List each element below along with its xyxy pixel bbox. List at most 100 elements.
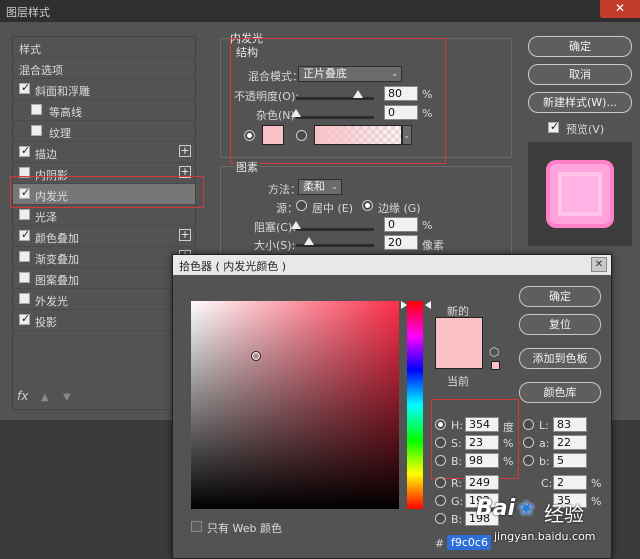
- h-label: H:: [451, 419, 463, 432]
- color-marker[interactable]: [251, 351, 261, 361]
- style-list-item[interactable]: 外发光: [13, 289, 195, 310]
- close-button[interactable]: ✕: [600, 0, 640, 18]
- add-effect-icon[interactable]: +: [179, 229, 191, 241]
- style-checkbox[interactable]: [19, 144, 30, 157]
- picker-close-button[interactable]: ✕: [591, 257, 607, 272]
- a-radio[interactable]: [523, 437, 534, 448]
- style-list-item[interactable]: 图案叠加: [13, 268, 195, 289]
- c-label: C:: [541, 477, 553, 490]
- ok-button[interactable]: 确定: [528, 36, 632, 57]
- opacity-slider-knob[interactable]: [353, 90, 364, 98]
- only-web-colors-checkbox[interactable]: [191, 521, 202, 532]
- style-list-item[interactable]: 颜色叠加 +: [13, 226, 195, 247]
- source-center-radio[interactable]: [296, 200, 307, 211]
- hue-slider[interactable]: [407, 301, 423, 509]
- b-input[interactable]: 98: [465, 453, 499, 468]
- opacity-input[interactable]: 80: [384, 86, 418, 101]
- style-checkbox[interactable]: [31, 104, 42, 115]
- blue-radio[interactable]: [435, 513, 446, 524]
- noise-input[interactable]: 0: [384, 105, 418, 120]
- blend-mode-select[interactable]: 正片叠底 ⌄: [298, 66, 402, 82]
- style-checkbox[interactable]: [19, 167, 30, 178]
- a-input[interactable]: 22: [553, 435, 587, 450]
- h-input[interactable]: 354: [465, 417, 499, 432]
- lab-b-radio[interactable]: [523, 455, 534, 466]
- s-input[interactable]: 23: [465, 435, 499, 450]
- style-list-item[interactable]: 样式: [13, 37, 195, 58]
- cancel-button[interactable]: 取消: [528, 64, 632, 85]
- current-color-swatch[interactable]: [435, 343, 483, 369]
- preview-thumbnail: [546, 160, 614, 228]
- hue-pointer-left[interactable]: [401, 301, 407, 309]
- style-checkbox[interactable]: [19, 81, 30, 94]
- style-list-item[interactable]: 纹理: [13, 121, 195, 142]
- style-checkbox[interactable]: [19, 272, 30, 283]
- style-list-label: 内阴影: [35, 169, 68, 182]
- color-libraries-button[interactable]: 颜色库: [519, 382, 601, 403]
- hue-pointer-right[interactable]: [425, 301, 431, 309]
- structure-title: 结构: [234, 44, 260, 60]
- style-list-item[interactable]: 投影+: [13, 310, 195, 331]
- cube-icon[interactable]: ⬡: [489, 345, 499, 359]
- move-down-icon[interactable]: ▼: [63, 392, 71, 403]
- style-list-item[interactable]: 描边 +: [13, 142, 195, 163]
- glow-color-swatch[interactable]: [262, 125, 284, 145]
- style-list-item[interactable]: 内阴影 +: [13, 163, 195, 184]
- gradient-swatch[interactable]: [314, 125, 402, 145]
- hue-radio[interactable]: [435, 419, 446, 430]
- fx-menu-button[interactable]: fx: [17, 389, 28, 403]
- noise-slider-knob[interactable]: [291, 109, 301, 117]
- style-checkbox[interactable]: [31, 125, 42, 136]
- solid-color-radio[interactable]: [244, 130, 255, 141]
- web-safe-swatch[interactable]: [491, 361, 500, 370]
- style-checkbox[interactable]: [19, 228, 30, 241]
- style-list-label: 颜色叠加: [35, 232, 79, 245]
- picker-title: 拾色器 ( 内发光颜色 ): [179, 260, 287, 273]
- style-list-item[interactable]: 光泽: [13, 205, 195, 226]
- style-list-item[interactable]: 渐变叠加+: [13, 247, 195, 268]
- style-list-item[interactable]: 内发光: [13, 184, 195, 205]
- l-radio[interactable]: [523, 419, 534, 430]
- style-list-item[interactable]: 斜面和浮雕: [13, 79, 195, 100]
- style-list-item[interactable]: 混合选项: [13, 58, 195, 79]
- red-radio[interactable]: [435, 477, 446, 488]
- style-checkbox[interactable]: [19, 312, 30, 325]
- picker-ok-button[interactable]: 确定: [519, 286, 601, 307]
- source-edge-radio[interactable]: [362, 200, 373, 211]
- add-to-swatches-button[interactable]: 添加到色板: [519, 348, 601, 369]
- opacity-percent: %: [422, 88, 433, 101]
- elements-title: 图素: [234, 159, 260, 175]
- picker-reset-button[interactable]: 复位: [519, 314, 601, 335]
- style-list-item[interactable]: 等高线: [13, 100, 195, 121]
- size-input[interactable]: 20: [384, 235, 418, 250]
- style-list-label: 光泽: [35, 211, 57, 224]
- move-up-icon[interactable]: ▲: [41, 392, 49, 403]
- choke-slider-track[interactable]: [296, 228, 374, 231]
- choke-slider-knob[interactable]: [291, 221, 301, 229]
- new-style-button[interactable]: 新建样式(W)...: [528, 92, 632, 113]
- style-checkbox[interactable]: [19, 186, 30, 199]
- lab-b-input[interactable]: 5: [553, 453, 587, 468]
- a-label: a:: [539, 437, 550, 450]
- gradient-radio[interactable]: [296, 130, 307, 141]
- c-input[interactable]: 2: [553, 475, 587, 490]
- brightness-radio[interactable]: [435, 455, 446, 466]
- noise-slider-track[interactable]: [296, 116, 374, 119]
- style-checkbox[interactable]: [19, 293, 30, 304]
- gradient-picker-button[interactable]: ⌄: [402, 125, 412, 145]
- l-input[interactable]: 83: [553, 417, 587, 432]
- choke-input[interactable]: 0: [384, 217, 418, 232]
- method-select[interactable]: 柔和 ⌄: [298, 179, 342, 195]
- baidu-watermark: Bai ❀ 经验 jingyan.baidu.com: [470, 494, 638, 554]
- green-radio[interactable]: [435, 495, 446, 506]
- size-slider-knob[interactable]: [304, 237, 314, 245]
- preview-checkbox[interactable]: [548, 120, 559, 133]
- style-checkbox[interactable]: [19, 251, 30, 262]
- add-effect-icon[interactable]: +: [179, 166, 191, 178]
- style-checkbox[interactable]: [19, 209, 30, 220]
- add-effect-icon[interactable]: +: [179, 145, 191, 157]
- style-list-label: 投影: [35, 316, 57, 329]
- r-input[interactable]: 249: [465, 475, 499, 490]
- saturation-brightness-field[interactable]: [191, 301, 399, 509]
- saturation-radio[interactable]: [435, 437, 446, 448]
